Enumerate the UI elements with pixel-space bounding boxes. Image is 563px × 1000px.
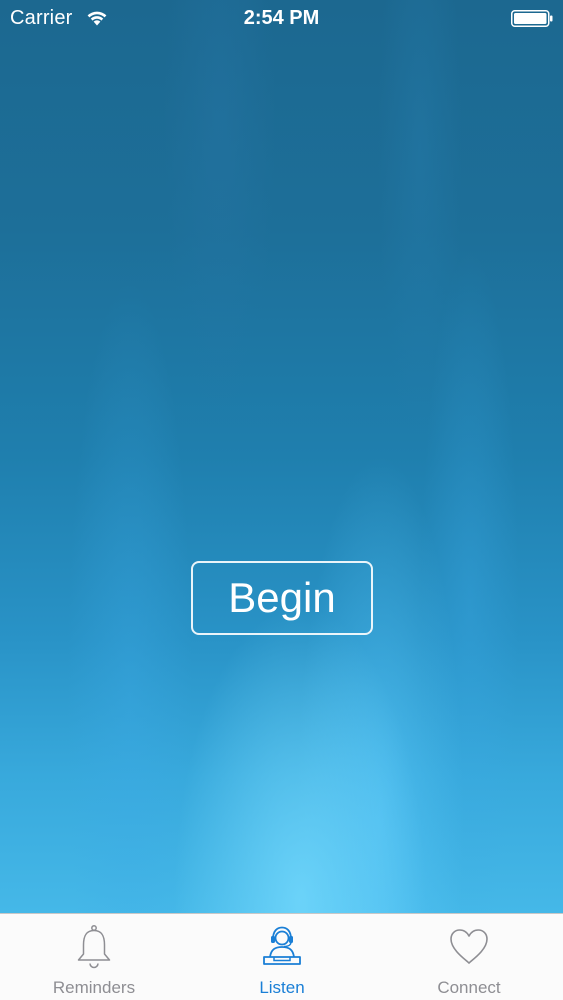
tab-bar: Reminders Listen Connect xyxy=(0,913,563,1000)
blue-light-background xyxy=(0,0,563,913)
tab-label-listen: Listen xyxy=(259,978,305,997)
begin-button[interactable]: Begin xyxy=(191,561,373,635)
tab-label-connect: Connect xyxy=(437,978,501,997)
heart-icon xyxy=(450,929,488,964)
bell-icon xyxy=(77,925,111,969)
listener-headset-icon xyxy=(263,926,301,965)
tab-connect[interactable]: Connect xyxy=(375,914,563,1000)
status-time: 2:54 PM xyxy=(243,7,320,29)
tab-reminders[interactable]: Reminders xyxy=(0,914,188,1000)
tab-listen[interactable]: Listen xyxy=(188,914,376,1000)
status-bar: Carrier 2:54 PM xyxy=(0,0,563,38)
tab-label-reminders: Reminders xyxy=(52,978,136,997)
battery-icon xyxy=(511,10,553,27)
app-screen: Carrier 2:54 PM Begin Reminders Listen C… xyxy=(0,0,563,1000)
